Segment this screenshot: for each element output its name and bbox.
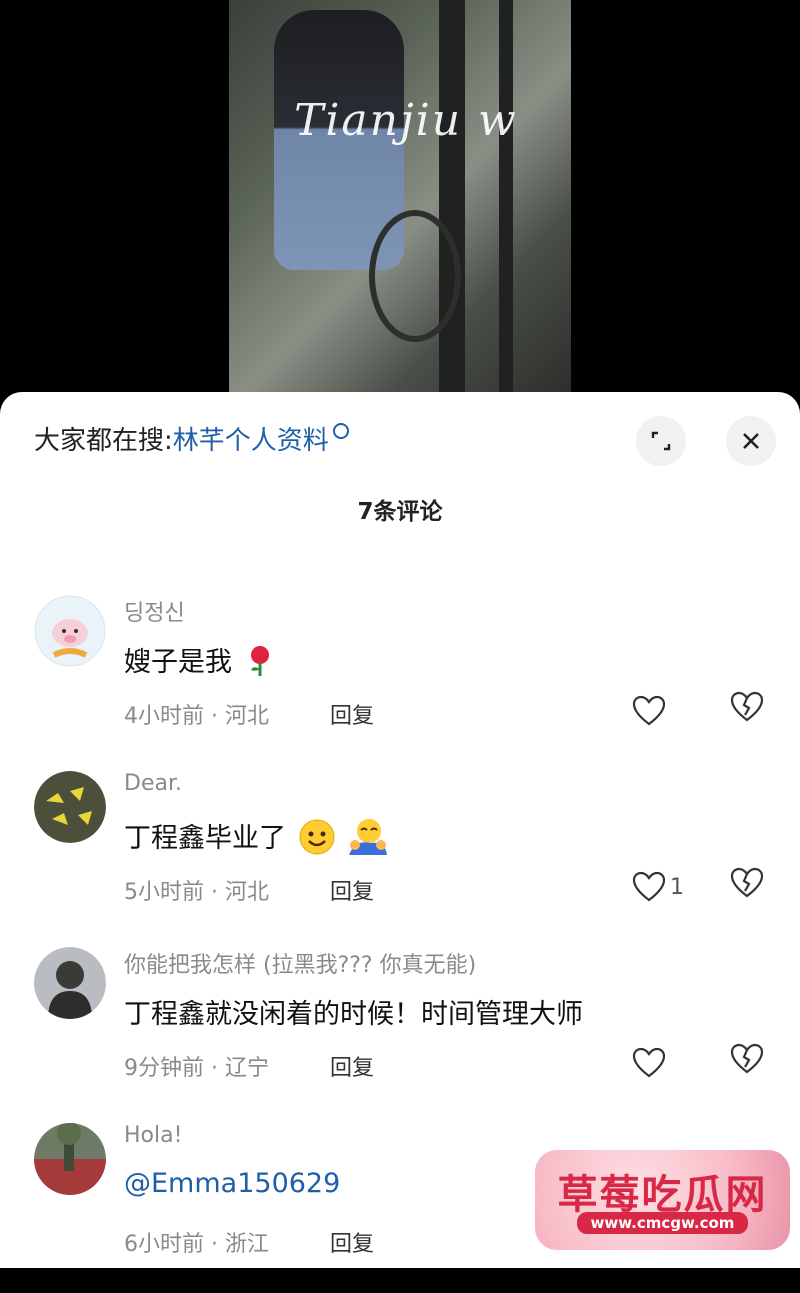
comment-text: 丁程鑫就没闲着的时候！时间管理大师 (124, 999, 583, 1030)
reply-button[interactable]: 回复 (330, 1050, 374, 1082)
like-button[interactable]: 1 (632, 867, 702, 907)
search-link[interactable]: 林芊个人资料 (173, 420, 329, 457)
comment-meta: 9分钟前 · 辽宁 (124, 1056, 269, 1081)
comment-username[interactable]: 딩정신 (124, 595, 185, 627)
close-button[interactable] (726, 416, 776, 466)
dislike-button[interactable] (730, 691, 770, 731)
close-icon (743, 433, 759, 449)
dislike-button[interactable] (730, 867, 770, 907)
expand-button[interactable] (636, 416, 686, 466)
grin-emoji-icon (299, 819, 335, 855)
comment-text: 丁程鑫毕业了 (124, 816, 389, 857)
broken-heart-icon (730, 691, 764, 722)
site-watermark-badge: 草莓吃瓜网 www.cmcgw.com (535, 1150, 790, 1250)
search-icon (332, 422, 349, 439)
video-pole (499, 0, 513, 400)
comment-item: Dear. 丁程鑫毕业了 5小时前 · 河北 回复 1 (0, 771, 800, 941)
bike-wheel (369, 210, 461, 342)
video-player[interactable]: Tianjiu w (0, 0, 800, 400)
rose-emoji-icon (250, 646, 269, 676)
reply-button[interactable]: 回复 (330, 698, 374, 730)
avatar[interactable] (34, 771, 106, 843)
comment-meta: 4小时前 · 河北 (124, 704, 269, 729)
comment-item: 딩정신 嫂子是我 4小时前 · 河北 回复 (0, 595, 800, 765)
broken-heart-icon (730, 1043, 764, 1074)
broken-heart-icon (730, 867, 764, 898)
comment-item: 你能把我怎样 (拉黑我??? 你真无能) 丁程鑫就没闲着的时候！时间管理大师 9… (0, 947, 800, 1117)
like-button[interactable] (632, 1043, 702, 1083)
avatar[interactable] (34, 1123, 106, 1195)
avatar[interactable] (34, 595, 106, 667)
comment-text-body: 嫂子是我 (124, 647, 232, 678)
expand-icon (651, 431, 671, 451)
like-count: 1 (670, 874, 684, 900)
hug-emoji-icon (349, 819, 388, 855)
heart-icon (632, 871, 666, 902)
comment-sheet: 大家都在搜: 林芊个人资料 7条评论 딩정신 嫂子是我 4小时前 · 河北 回复… (0, 392, 800, 1268)
badge-url: www.cmcgw.com (535, 1212, 790, 1234)
comment-meta: 5小时前 · 河北 (124, 880, 269, 905)
comment-text: 嫂子是我 (124, 640, 275, 679)
video-pole (439, 0, 465, 400)
comment-meta: 6小时前 · 浙江 (124, 1232, 269, 1257)
video-watermark: Tianjiu w (294, 95, 518, 146)
comment-text-body: 丁程鑫毕业了 (124, 823, 286, 854)
heart-icon (632, 695, 666, 726)
video-frame: Tianjiu w (229, 0, 571, 400)
heart-icon (632, 1047, 666, 1078)
comment-username[interactable]: 你能把我怎样 (拉黑我??? 你真无能) (124, 947, 476, 979)
avatar[interactable] (34, 947, 106, 1019)
comment-username[interactable]: Hola! (124, 1123, 182, 1148)
comment-count: 7条评论 (357, 499, 443, 525)
reply-button[interactable]: 回复 (330, 874, 374, 906)
comment-username[interactable]: Dear. (124, 771, 182, 796)
search-prefix: 大家都在搜: (34, 426, 173, 456)
like-button[interactable] (632, 691, 702, 731)
comment-mention[interactable]: @Emma150629 (124, 1168, 340, 1199)
dislike-button[interactable] (730, 1043, 770, 1083)
badge-url-text: www.cmcgw.com (576, 1212, 749, 1234)
trending-search[interactable]: 大家都在搜: 林芊个人资料 (34, 420, 349, 457)
reply-button[interactable]: 回复 (330, 1226, 374, 1258)
